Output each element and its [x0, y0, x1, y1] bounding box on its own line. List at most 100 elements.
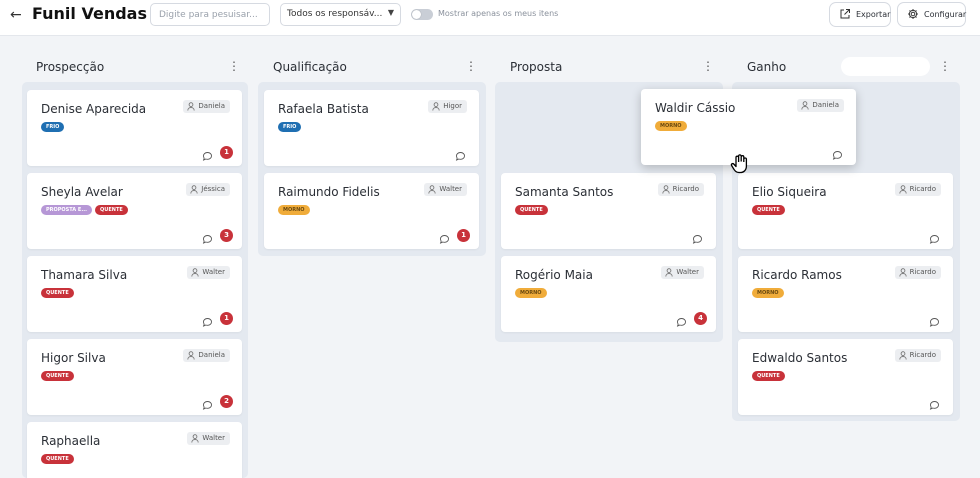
comment-icon[interactable] — [929, 396, 940, 410]
kanban-card[interactable]: Ricardo Ramos Ricardo MORNO — [738, 256, 953, 332]
card-contact-name: Edwaldo Santos — [752, 351, 848, 365]
kanban-card[interactable]: Higor Silva Daniela QUENTE 2 — [27, 339, 242, 415]
top-bar: ← Funil Vendas Todos os responsáv... ▼ M… — [0, 0, 980, 36]
responsible-select[interactable]: Todos os responsáv... ▼ — [280, 3, 401, 26]
card-owner-name: Jéssica — [201, 185, 225, 193]
comment-icon[interactable] — [455, 147, 466, 161]
tag-quente: QUENTE — [41, 288, 74, 298]
card-contact-name: Rafaela Batista — [278, 102, 369, 116]
card-contact-name: Raphaella — [41, 434, 101, 448]
vertical-dots-icon[interactable]: ⋮ — [939, 59, 951, 73]
user-icon — [801, 101, 810, 110]
column-title-ganho: Ganho — [747, 60, 787, 74]
card-owner-name: Ricardo — [672, 185, 699, 193]
card-owner-chip: Ricardo — [657, 183, 704, 196]
card-owner-chip: Daniela — [183, 349, 230, 362]
gear-icon — [908, 9, 918, 19]
tag-quente: QUENTE — [41, 454, 74, 464]
comment-count-badge: 2 — [220, 395, 233, 408]
card-owner-chip: Daniela — [183, 100, 230, 113]
configure-button-label: Configurar — [924, 10, 967, 19]
comment-icon[interactable] — [832, 146, 843, 160]
card-owner-name: Ricardo — [909, 351, 936, 359]
tag-morno: MORNO — [278, 205, 310, 215]
kanban-card[interactable]: Denise Aparecida Daniela FRIO 1 — [27, 90, 242, 166]
card-owner-chip: Walter — [187, 432, 230, 445]
card-contact-name: Higor Silva — [41, 351, 106, 365]
kanban-card[interactable]: Thamara Silva Walter QUENTE 1 — [27, 256, 242, 332]
comment-count-badge: 1 — [220, 146, 233, 159]
comment-icon[interactable] — [202, 230, 213, 244]
card-tags: QUENTE — [41, 454, 74, 464]
comment-icon[interactable] — [218, 473, 229, 478]
chevron-down-icon: ▼ — [387, 8, 394, 17]
tag-proposta: PROPOSTA E... — [41, 205, 93, 215]
card-owner-chip: Walter — [661, 266, 704, 279]
card-contact-name: Rogério Maia — [515, 268, 593, 282]
vertical-dots-icon[interactable]: ⋮ — [465, 59, 477, 73]
comment-count-badge: 3 — [220, 229, 233, 242]
kanban-card[interactable]: Rogério Maia Walter MORNO 4 — [501, 256, 716, 332]
card-tags: MORNO — [515, 288, 547, 298]
vertical-dots-icon[interactable]: ⋮ — [702, 59, 714, 73]
user-icon — [191, 268, 200, 277]
responsible-select-value: Todos os responsáv... — [287, 9, 383, 19]
kanban-card[interactable]: Raphaella Walter QUENTE — [27, 422, 242, 478]
column-title-qualificacao: Qualificação — [273, 60, 347, 74]
user-icon — [187, 351, 196, 360]
user-icon — [428, 185, 437, 194]
my-items-toggle[interactable] — [411, 9, 433, 20]
card-tags: QUENTE — [752, 371, 785, 381]
user-icon — [661, 185, 670, 194]
column-filter-input[interactable] — [841, 57, 930, 76]
tag-quente: QUENTE — [515, 205, 548, 215]
card-owner-name: Walter — [202, 268, 225, 276]
card-owner-name: Walter — [202, 434, 225, 442]
card-owner-chip: Ricardo — [894, 349, 941, 362]
kanban-card[interactable]: Edwaldo Santos Ricardo QUENTE — [738, 339, 953, 415]
external-link-icon — [840, 9, 850, 19]
comment-icon[interactable] — [692, 230, 703, 244]
kanban-card[interactable]: Sheyla Avelar Jéssica PROPOSTA E... QUENTE 3 — [27, 173, 242, 249]
kanban-card[interactable]: Samanta Santos Ricardo QUENTE — [501, 173, 716, 249]
user-icon — [191, 434, 200, 443]
back-arrow-icon[interactable]: ← — [10, 7, 22, 23]
card-contact-name: Denise Aparecida — [41, 102, 147, 116]
comment-icon[interactable] — [202, 313, 213, 327]
card-tags: PROPOSTA E... QUENTE — [41, 205, 128, 215]
kanban-card[interactable]: Raimundo Fidelis Walter MORNO 1 — [264, 173, 479, 249]
vertical-dots-icon[interactable]: ⋮ — [228, 59, 240, 73]
card-contact-name: Ricardo Ramos — [752, 268, 842, 282]
card-owner-chip: Higor — [428, 100, 467, 113]
user-icon — [898, 185, 907, 194]
card-contact-name: Samanta Santos — [515, 185, 614, 199]
card-owner-name: Daniela — [812, 101, 839, 109]
kanban-card[interactable]: Elio Siqueira Ricardo QUENTE — [738, 173, 953, 249]
card-contact-name: Raimundo Fidelis — [278, 185, 380, 199]
card-tags: FRIO — [41, 122, 65, 132]
tag-morno: MORNO — [752, 288, 784, 298]
card-owner-chip: Walter — [187, 266, 230, 279]
configure-button[interactable]: Configurar — [897, 2, 966, 27]
comment-icon[interactable] — [929, 230, 940, 244]
comment-icon[interactable] — [929, 313, 940, 327]
card-owner-chip: Jéssica — [186, 183, 230, 196]
card-contact-name: Thamara Silva — [41, 268, 128, 282]
export-button[interactable]: Exportar — [829, 2, 891, 27]
comment-count-badge: 1 — [220, 312, 233, 325]
card-contact-name: Sheyla Avelar — [41, 185, 123, 199]
comment-icon[interactable] — [202, 147, 213, 161]
card-owner-chip: Walter — [424, 183, 467, 196]
card-owner-name: Ricardo — [909, 185, 936, 193]
column-title-prospeccao: Prospecção — [36, 60, 105, 74]
comment-icon[interactable] — [676, 313, 687, 327]
user-icon — [432, 102, 440, 111]
tag-quente: QUENTE — [95, 205, 128, 215]
card-contact-name: Waldir Cássio — [655, 101, 736, 115]
comment-icon[interactable] — [202, 396, 213, 410]
card-tags: MORNO — [278, 205, 310, 215]
search-input[interactable] — [150, 3, 270, 26]
card-owner-chip: Ricardo — [894, 266, 941, 279]
comment-icon[interactable] — [439, 230, 450, 244]
kanban-card[interactable]: Rafaela Batista Higor FRIO — [264, 90, 479, 166]
